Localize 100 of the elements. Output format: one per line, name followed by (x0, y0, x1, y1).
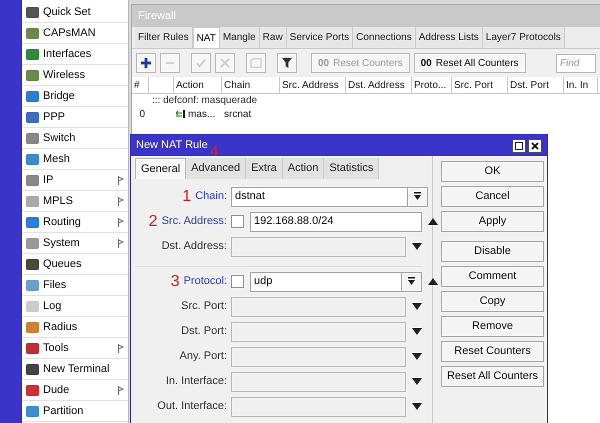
field-label: In. Interface: (166, 374, 227, 390)
tab[interactable]: Advanced (186, 158, 246, 179)
row-number: 0 (139, 108, 145, 122)
tab[interactable]: Layer7 Protocols (482, 27, 565, 48)
check-icon[interactable] (191, 53, 211, 73)
column-header[interactable]: Dst. Address (346, 77, 412, 93)
sidebar-item[interactable]: Routing (22, 212, 128, 233)
sidebar-item[interactable]: IP (22, 170, 128, 191)
add-icon[interactable] (136, 53, 156, 73)
step-number: 3 (170, 274, 180, 290)
collapse-arrow-icon[interactable] (428, 278, 438, 285)
column-header[interactable]: Chain (222, 77, 280, 93)
dropdown-button[interactable] (407, 188, 427, 206)
step-number: 1 (182, 188, 192, 204)
column-header[interactable]: Src. Address (280, 77, 346, 93)
sidebar-item[interactable]: Log (22, 296, 128, 317)
input-field[interactable] (231, 372, 406, 392)
dialog-button[interactable]: Disable (441, 241, 544, 262)
dialog-button[interactable]: Remove (441, 316, 544, 337)
column-header[interactable]: In. In (564, 77, 598, 93)
filter-icon[interactable] (277, 53, 297, 73)
column-header[interactable]: Dst. Port (508, 77, 564, 93)
column-header[interactable]: Src. Port (452, 77, 508, 93)
expand-arrow-icon[interactable] (412, 243, 422, 250)
dialog-button[interactable]: Apply (441, 211, 544, 232)
sidebar-item[interactable]: Partition (22, 401, 128, 422)
find-field[interactable]: Find (556, 54, 596, 72)
table-cell: srcnat (224, 108, 252, 120)
collapse-arrow-icon[interactable] (428, 218, 438, 225)
tab[interactable]: Statistics (324, 158, 380, 179)
table-cell-text: mas... (188, 108, 216, 122)
dropdown-arrow-icon (407, 277, 416, 286)
close-button[interactable] (528, 138, 542, 152)
input-field[interactable] (231, 346, 406, 366)
sidebar-item[interactable]: Queues (22, 254, 128, 275)
column-header[interactable]: # (132, 77, 149, 93)
expand-arrow-icon[interactable] (412, 403, 422, 410)
dialog-button[interactable]: Cancel (441, 186, 544, 207)
input-field[interactable] (231, 236, 406, 256)
maximize-button[interactable] (512, 138, 526, 152)
input-field[interactable]: udp (250, 272, 422, 292)
tab[interactable]: Raw (260, 27, 287, 48)
sidebar-item[interactable]: MPLS (22, 191, 128, 212)
input-field[interactable]: 192.168.88.0/24 (250, 212, 422, 232)
sidebar-item[interactable]: PPP (22, 107, 128, 128)
dialog-button[interactable]: OK (441, 161, 544, 182)
tab[interactable]: Action (282, 158, 324, 179)
sidebar-item[interactable]: Dude (22, 380, 128, 401)
tab[interactable]: General (135, 158, 186, 179)
tab[interactable]: Connections (353, 27, 416, 48)
column-header[interactable]: Proto... (412, 77, 452, 93)
input-field[interactable] (231, 322, 406, 342)
field-label: Dst. Port: (181, 324, 227, 340)
negate-checkbox[interactable] (231, 215, 244, 228)
negate-checkbox[interactable] (231, 275, 244, 288)
expand-arrow-icon[interactable] (412, 328, 422, 335)
field-label: Any. Port: (180, 349, 227, 364)
sidebar-item[interactable]: Files (22, 275, 128, 296)
column-header[interactable]: Action (174, 77, 222, 93)
expand-arrow-icon[interactable] (412, 303, 422, 310)
dialog-button[interactable]: Reset Counters (441, 341, 544, 362)
dialog-button[interactable]: Copy (441, 291, 544, 312)
rule-comment: ::: defconf: masquerade (152, 96, 258, 106)
sidebar-item[interactable]: Mesh (22, 149, 128, 170)
field-label: Src. Address: (162, 214, 227, 230)
dropdown-button[interactable] (401, 272, 421, 290)
tab[interactable]: Filter Rules (135, 27, 193, 48)
field-label: Out. Interface: (157, 399, 227, 414)
field-label: Chain: (195, 189, 227, 204)
sidebar-item[interactable]: System (22, 233, 128, 254)
tab[interactable]: Service Ports (286, 27, 354, 48)
sidebar-item[interactable]: CAPsMAN (22, 23, 128, 44)
sidebar-item[interactable]: New Terminal (22, 359, 128, 380)
sidebar-item[interactable]: Switch (22, 128, 128, 149)
sidebar-item[interactable]: Wireless (22, 65, 128, 86)
reset-counters-button[interactable]: 00 Reset All Counters (414, 53, 526, 73)
dropdown-arrow-icon (413, 192, 422, 201)
tab[interactable]: Mangle (220, 27, 260, 48)
sidebar-item[interactable]: Interfaces (22, 44, 128, 65)
dialog-button[interactable]: Reset All Counters (441, 366, 544, 387)
chain-select[interactable]: dstnat (231, 186, 428, 206)
input-field[interactable] (231, 296, 406, 316)
field-label: Protocol: (184, 274, 227, 290)
expand-arrow-icon[interactable] (412, 378, 422, 385)
sidebar-item[interactable]: Quick Set (22, 2, 128, 23)
tab[interactable]: NAT (192, 27, 220, 48)
step-number: 4 (210, 144, 218, 159)
sidebar-item[interactable]: Radius (22, 317, 128, 338)
masquerade-icon (176, 110, 186, 118)
sidebar-item[interactable]: Tools (22, 338, 128, 359)
tab[interactable]: Extra (246, 158, 283, 179)
field-label: Src. Port: (181, 299, 227, 314)
dialog-button[interactable]: Comment (441, 266, 544, 287)
input-field[interactable] (231, 396, 406, 416)
close-icon (531, 142, 539, 150)
dialog-title: New NAT Rule (136, 138, 208, 154)
sidebar-item[interactable]: Bridge (22, 86, 128, 107)
tab[interactable]: Address Lists (416, 27, 483, 48)
step-number: 2 (148, 214, 158, 230)
expand-arrow-icon[interactable] (412, 353, 422, 360)
